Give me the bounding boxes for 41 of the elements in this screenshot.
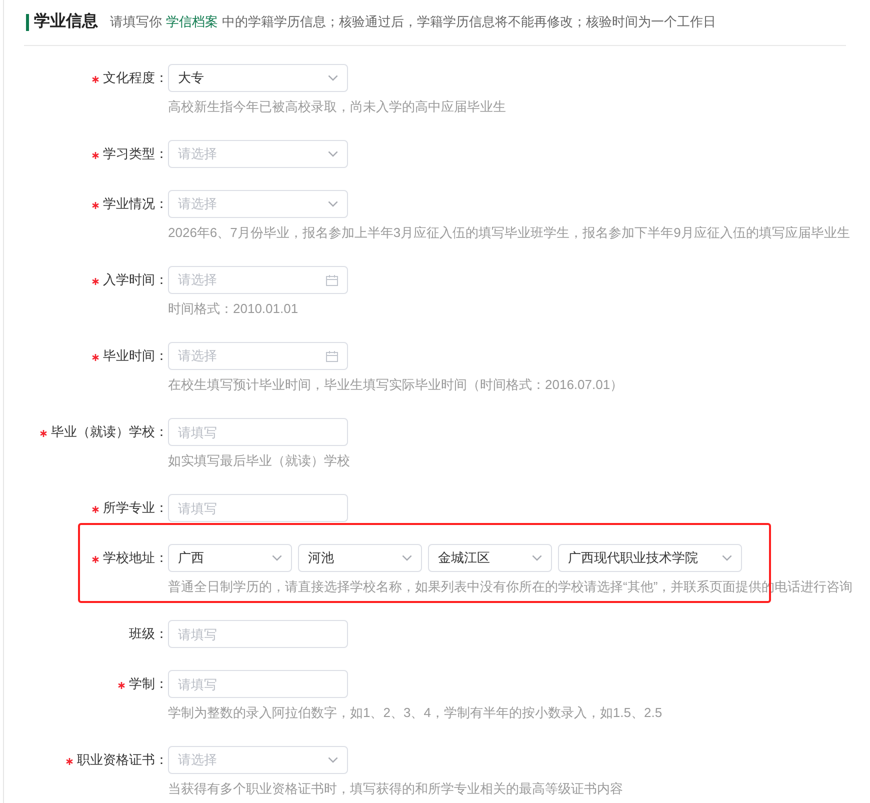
chevron-down-icon (402, 555, 412, 561)
field-label: 学业情况： (103, 195, 168, 213)
field-label: 学习类型： (103, 145, 168, 163)
dropdown[interactable]: 河池 (298, 544, 422, 572)
field-hint: 如实填写最后毕业（就读）学校 (168, 452, 350, 470)
field-hint: 在校生填写预计毕业时间，毕业生填写实际毕业时间（时间格式：2016.07.01） (168, 376, 624, 394)
dropdown[interactable]: 广西现代职业技术学院 (558, 544, 742, 572)
field-label: 入学时间： (103, 271, 168, 289)
field-label: 文化程度： (103, 69, 168, 87)
dropdown[interactable]: 广西 (168, 544, 292, 572)
dropdown[interactable]: 大专 (168, 64, 348, 92)
field-hint: 时间格式：2010.01.01 (168, 300, 298, 318)
field-label: 毕业（就读）学校： (51, 423, 168, 441)
chevron-down-icon (722, 555, 732, 561)
field-hint: 高校新生指今年已被高校录取，尚未入学的高中应届毕业生 (168, 98, 506, 116)
chevron-down-icon (328, 75, 338, 81)
text-input[interactable]: 请填写 (168, 494, 348, 522)
chevron-down-icon (532, 555, 542, 561)
chevron-down-icon (328, 201, 338, 207)
chevron-down-icon (328, 757, 338, 763)
field-label: 毕业时间： (103, 347, 168, 365)
text-input[interactable]: 请填写 (168, 418, 348, 446)
section-description: 请填写你 学信档案 中的学籍学历信息；核验通过后，学籍学历信息将不能再修改；核验时间为一个工作日 (110, 13, 716, 31)
inline-link[interactable]: 学信档案 (166, 14, 218, 29)
calendar-icon (326, 350, 338, 362)
calendar-icon (326, 274, 338, 286)
text-input[interactable]: 请填写 (168, 620, 348, 648)
field-label: 职业资格证书： (77, 751, 168, 769)
field-hint: 当获得有多个职业资格证书时，填写获得的和所学专业相关的最高等级证书内容 (168, 780, 623, 798)
field-label: 所学专业： (103, 499, 168, 517)
dropdown[interactable]: 金城江区 (428, 544, 552, 572)
text-input[interactable]: 请填写 (168, 670, 348, 698)
section-title: 学业信息 (34, 12, 98, 32)
field-hint: 2026年6、7月份毕业，报名参加上半年3月应征入伍的填写毕业班学生，报名参加下半年9月应征入伍的填写应届毕业生 (168, 224, 850, 242)
chevron-down-icon (272, 555, 282, 561)
field-label: 班级： (129, 625, 168, 643)
chevron-down-icon (328, 151, 338, 157)
title-accent-bar (26, 14, 29, 30)
field-hint: 学制为整数的录入阿拉伯数字，如1、2、3、4，学制有半年的按小数录入，如1.5、2.5 (168, 704, 662, 722)
field-label: 学制： (129, 675, 168, 693)
field-label: 学校地址： (103, 549, 168, 567)
